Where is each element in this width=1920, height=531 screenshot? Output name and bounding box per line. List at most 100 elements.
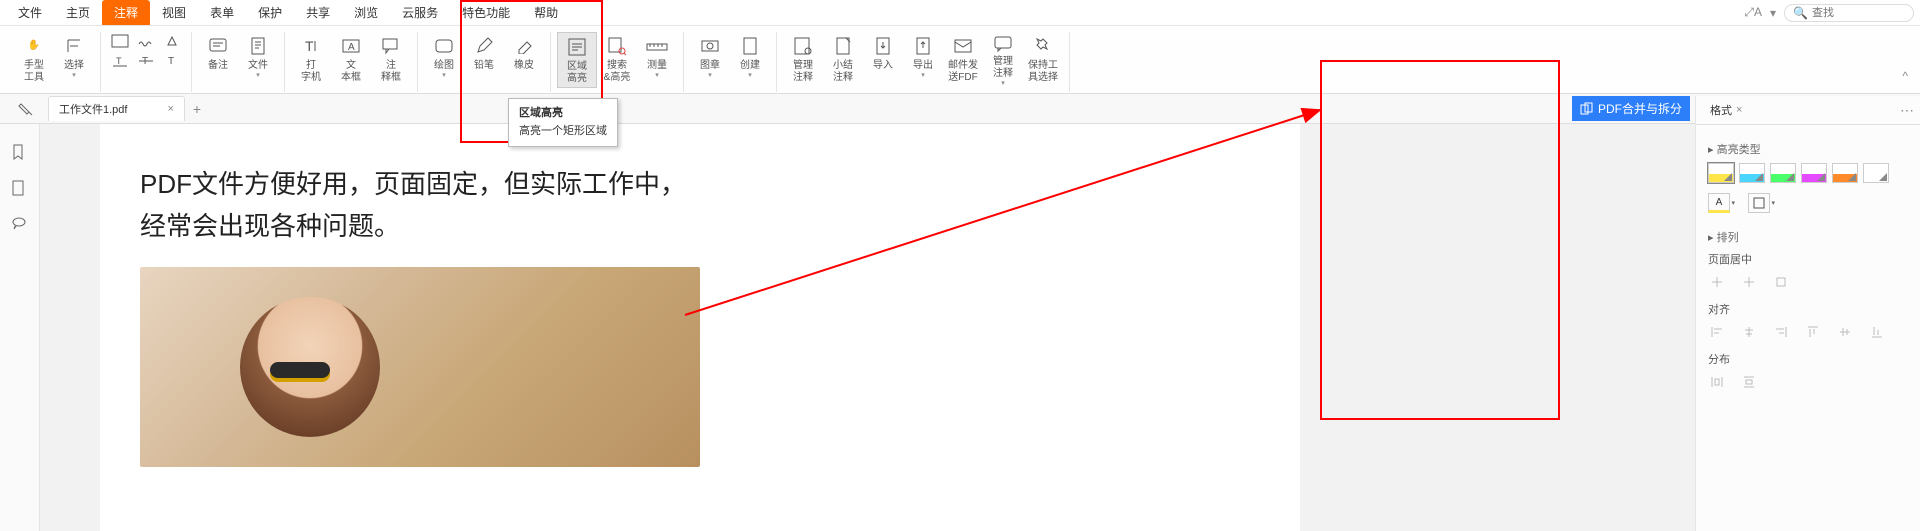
format-tab[interactable]: 格式× xyxy=(1704,100,1748,120)
search-box[interactable]: 🔍 xyxy=(1784,4,1914,22)
caret-icon[interactable] xyxy=(159,32,185,50)
rect-icon xyxy=(432,34,456,58)
keep-tool-button[interactable]: 保持工 具选择 xyxy=(1023,32,1063,88)
fillcolor-button[interactable]: ▾ xyxy=(1748,193,1770,213)
export-button[interactable]: 导出▾ xyxy=(903,32,943,88)
summary-icon xyxy=(831,34,855,58)
center-both-icon[interactable] xyxy=(1772,273,1790,291)
menu-protect[interactable]: 保护 xyxy=(246,0,294,25)
menu-special[interactable]: 特色功能 xyxy=(450,0,522,25)
menu-browse[interactable]: 浏览 xyxy=(342,0,390,25)
mgr-comment-button[interactable]: 管理 注释▾ xyxy=(983,32,1023,88)
search-input[interactable] xyxy=(1812,7,1902,19)
callout-button[interactable]: 注 释框 xyxy=(371,32,411,88)
eraser-icon xyxy=(512,34,536,58)
import-button[interactable]: 导入 xyxy=(863,32,903,88)
note-button[interactable]: 备注 xyxy=(198,32,238,88)
import-icon xyxy=(871,34,895,58)
align-right-icon[interactable] xyxy=(1772,323,1790,341)
textcolor-button[interactable]: A▾ xyxy=(1708,193,1730,213)
highlight-swatches xyxy=(1708,163,1908,183)
doc-text-line2: 经常会出现各种问题。 xyxy=(140,206,1260,248)
select-tool[interactable]: 选择▾ xyxy=(54,32,94,88)
swatch-cyan[interactable] xyxy=(1739,163,1765,183)
ribbon: ✋手型 工具 选择▾ T T T 备注 文件▾ T打 字机 A文 本框 注 释框… xyxy=(0,26,1920,94)
svg-text:T: T xyxy=(116,56,122,66)
underline-icon[interactable]: T xyxy=(107,52,133,70)
squiggly-icon[interactable] xyxy=(133,32,159,50)
swatch-magenta[interactable] xyxy=(1801,163,1827,183)
replace-icon[interactable]: T xyxy=(159,52,185,70)
ribbon-collapse-icon[interactable]: ^ xyxy=(1898,65,1912,87)
typewriter-button[interactable]: T打 字机 xyxy=(291,32,331,88)
area-highlight-tooltip: 区域高亮 高亮一个矩形区域 xyxy=(508,98,618,147)
create-button[interactable]: 创建▾ xyxy=(730,32,770,88)
create-icon xyxy=(738,34,762,58)
textsize-icon[interactable]: ⤢A xyxy=(1744,5,1762,20)
summary-button[interactable]: 小结 注释 xyxy=(823,32,863,88)
strikeout-icon[interactable]: T xyxy=(133,52,159,70)
center-v-icon[interactable] xyxy=(1740,273,1758,291)
swatch-white[interactable] xyxy=(1863,163,1889,183)
swatch-yellow[interactable] xyxy=(1708,163,1734,183)
highlight-icon[interactable] xyxy=(107,32,133,50)
mail-icon xyxy=(951,34,975,58)
svg-text:T: T xyxy=(305,38,314,54)
stamp-button[interactable]: 图章▾ xyxy=(690,32,730,88)
note-icon xyxy=(206,34,230,58)
menu-view[interactable]: 视图 xyxy=(150,0,198,25)
search-icon: 🔍 xyxy=(1793,6,1808,20)
manage-button[interactable]: 管理 注释 xyxy=(783,32,823,88)
menu-bar: 文件 主页 注释 视图 表单 保护 共享 浏览 云服务 特色功能 帮助 ⤢A ▾… xyxy=(0,0,1920,26)
file-tab-label: 工作文件1.pdf xyxy=(59,101,127,117)
hand-tool[interactable]: ✋手型 工具 xyxy=(14,32,54,88)
distribute-h-icon[interactable] xyxy=(1708,373,1726,391)
align-middle-icon[interactable] xyxy=(1836,323,1854,341)
distribute-v-icon[interactable] xyxy=(1740,373,1758,391)
menu-help[interactable]: 帮助 xyxy=(522,0,570,25)
pencil-button[interactable]: 铅笔 xyxy=(464,32,504,88)
menu-file[interactable]: 文件 xyxy=(6,0,54,25)
measure-button[interactable]: 测量▾ xyxy=(637,32,677,88)
mail-button[interactable]: 邮件发 送FDF xyxy=(943,32,983,88)
close-tab-icon[interactable]: × xyxy=(167,103,173,115)
menu-cloud[interactable]: 云服务 xyxy=(390,0,450,25)
file-tab[interactable]: 工作文件1.pdf × xyxy=(48,96,185,121)
search-highlight-button[interactable]: 搜索 &高亮 xyxy=(597,32,637,88)
pdf-merge-split-button[interactable]: PDF合并与拆分 xyxy=(1572,96,1690,121)
center-label: 页面居中 xyxy=(1708,251,1908,267)
document-canvas[interactable]: PDF文件方便好用，页面固定，但实际工作中， 经常会出现各种问题。 xyxy=(40,124,1920,531)
textbox-button[interactable]: A文 本框 xyxy=(331,32,371,88)
doc-text-line1: PDF文件方便好用，页面固定，但实际工作中， xyxy=(140,164,1260,206)
typewriter-icon: T xyxy=(299,34,323,58)
align-bottom-icon[interactable] xyxy=(1868,323,1886,341)
doc-image xyxy=(140,267,700,467)
pages-icon[interactable] xyxy=(11,180,29,198)
menu-table[interactable]: 表单 xyxy=(198,0,246,25)
align-top-icon[interactable] xyxy=(1804,323,1822,341)
file-attach-button[interactable]: 文件▾ xyxy=(238,32,278,88)
swatch-orange[interactable] xyxy=(1832,163,1858,183)
menu-annotate[interactable]: 注释 xyxy=(102,0,150,25)
swatch-green[interactable] xyxy=(1770,163,1796,183)
eraser-button[interactable]: 橡皮 xyxy=(504,32,544,88)
search-hl-icon xyxy=(605,34,629,58)
add-tab-button[interactable]: + xyxy=(193,101,201,117)
drawshape-button[interactable]: 绘图▾ xyxy=(424,32,464,88)
center-h-icon[interactable] xyxy=(1708,273,1726,291)
align-center-icon[interactable] xyxy=(1740,323,1758,341)
area-highlight-button[interactable]: 区域 高亮 xyxy=(557,32,597,88)
stamp-icon xyxy=(698,34,722,58)
menu-share[interactable]: 共享 xyxy=(294,0,342,25)
svg-text:T: T xyxy=(168,56,174,67)
close-panel-icon[interactable]: × xyxy=(1736,104,1742,116)
menu-home[interactable]: 主页 xyxy=(54,0,102,25)
align-left-icon[interactable] xyxy=(1708,323,1726,341)
pencil-icon xyxy=(472,34,496,58)
bookmark-icon[interactable] xyxy=(11,144,29,162)
formatpaint-icon[interactable] xyxy=(18,101,34,117)
panel-more-icon[interactable]: ⋯ xyxy=(1900,102,1914,119)
comments-icon[interactable] xyxy=(11,216,29,234)
hl-type-header: ▸ 高亮类型 xyxy=(1708,141,1908,157)
svg-text:A: A xyxy=(348,42,355,53)
